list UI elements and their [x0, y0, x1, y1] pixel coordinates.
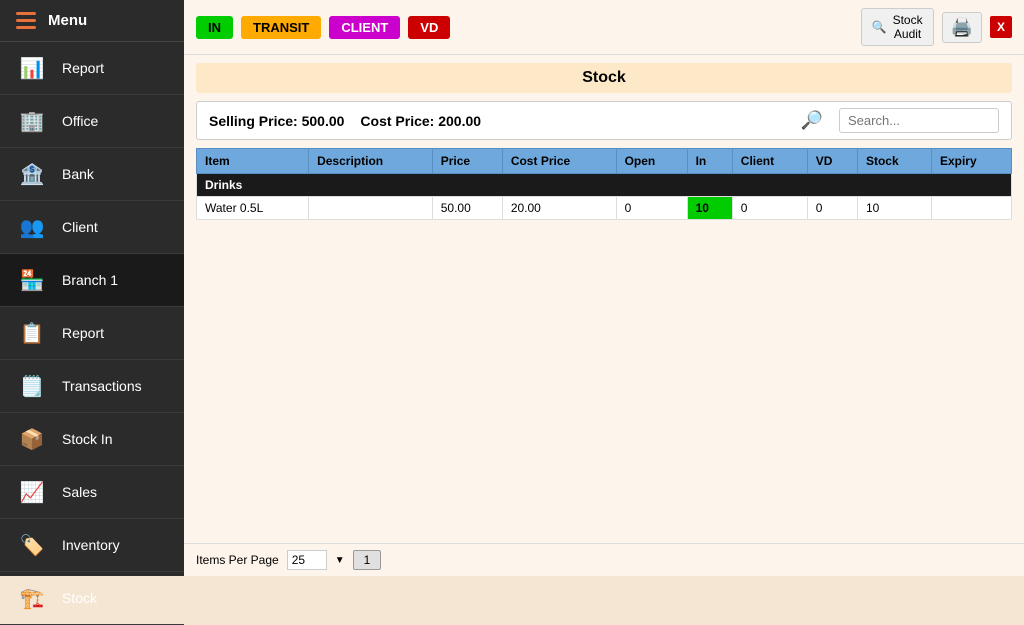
- price-bar: Selling Price: 500.00 Cost Price: 200.00…: [196, 101, 1012, 140]
- sidebar-icon-branch: 🏪: [16, 264, 48, 296]
- col-cost-price: Cost Price: [502, 149, 616, 174]
- col-client: Client: [732, 149, 807, 174]
- sidebar-label-inventory: Inventory: [62, 537, 120, 553]
- sidebar-icon-office: 🏢: [16, 105, 48, 137]
- sidebar-item-branch[interactable]: 🏪 Branch 1: [0, 254, 184, 307]
- table-row[interactable]: Water 0.5L50.0020.000100010: [197, 197, 1012, 220]
- items-per-page-label: Items Per Page: [196, 553, 279, 567]
- footer: Items Per Page ▼ 1: [184, 543, 1024, 576]
- sidebar: Menu 📊 Report 🏢 Office 🏦 Bank 👥 Client 🏪…: [0, 0, 184, 576]
- table-body: DrinksWater 0.5L50.0020.000100010: [197, 174, 1012, 220]
- table-header: ItemDescriptionPriceCost PriceOpenInClie…: [197, 149, 1012, 174]
- sidebar-label-sales: Sales: [62, 484, 97, 500]
- sidebar-icon-inventory: 🏷️: [16, 529, 48, 561]
- selling-price: Selling Price: 500.00: [209, 113, 344, 129]
- print-button[interactable]: 🖨️: [942, 12, 982, 43]
- sidebar-label-bank: Bank: [62, 166, 94, 182]
- col-expiry: Expiry: [931, 149, 1011, 174]
- col-item: Item: [197, 149, 309, 174]
- sidebar-label-transactions: Transactions: [62, 378, 142, 394]
- close-button[interactable]: X: [990, 16, 1012, 38]
- sidebar-label-office: Office: [62, 113, 98, 129]
- sidebar-label-stock_in: Stock In: [62, 431, 113, 447]
- sidebar-item-office[interactable]: 🏢 Office: [0, 95, 184, 148]
- sidebar-icon-bank: 🏦: [16, 158, 48, 190]
- sidebar-item-report2[interactable]: 📋 Report: [0, 307, 184, 360]
- sidebar-icon-report: 📊: [16, 52, 48, 84]
- badge-client[interactable]: CLIENT: [329, 16, 400, 39]
- group-row: Drinks: [197, 174, 1012, 197]
- search-input[interactable]: [839, 108, 999, 133]
- col-in: In: [687, 149, 732, 174]
- sidebar-label-stock: Stock: [62, 590, 97, 606]
- page-number-button[interactable]: 1: [353, 550, 382, 570]
- sidebar-menu-label: Menu: [48, 12, 87, 29]
- sidebar-item-sales[interactable]: 📈 Sales: [0, 466, 184, 519]
- hamburger-icon[interactable]: [16, 12, 36, 29]
- col-stock: Stock: [857, 149, 931, 174]
- sidebar-item-client[interactable]: 👥 Client: [0, 201, 184, 254]
- sidebar-icon-transactions: 🗒️: [16, 370, 48, 402]
- per-page-dropdown-arrow[interactable]: ▼: [335, 555, 345, 566]
- sidebar-header: Menu: [0, 0, 184, 42]
- sidebar-item-stock_in[interactable]: 📦 Stock In: [0, 413, 184, 466]
- sidebar-label-report: Report: [62, 60, 104, 76]
- sidebar-icon-report2: 📋: [16, 317, 48, 349]
- stock-table: ItemDescriptionPriceCost PriceOpenInClie…: [196, 148, 1012, 220]
- sidebar-icon-sales: 📈: [16, 476, 48, 508]
- sidebar-item-inventory[interactable]: 🏷️ Inventory: [0, 519, 184, 572]
- sidebar-icon-stock: 🏗️: [16, 582, 48, 614]
- content-area: Stock Selling Price: 500.00 Cost Price: …: [184, 55, 1024, 543]
- badge-vd[interactable]: VD: [408, 16, 450, 39]
- col-vd: VD: [807, 149, 857, 174]
- main-content: IN TRANSIT CLIENT VD 🔍 StockAudit 🖨️ X S…: [184, 0, 1024, 576]
- sidebar-items: 📊 Report 🏢 Office 🏦 Bank 👥 Client 🏪 Bran…: [0, 42, 184, 625]
- sidebar-icon-client: 👥: [16, 211, 48, 243]
- col-price: Price: [432, 149, 502, 174]
- per-page-input[interactable]: [287, 550, 327, 570]
- stock-audit-label: StockAudit: [893, 13, 923, 41]
- sidebar-label-branch: Branch 1: [62, 272, 118, 288]
- col-description: Description: [309, 149, 433, 174]
- print-icon: 🖨️: [951, 17, 973, 38]
- search-filter-icon[interactable]: 🔎: [801, 110, 823, 131]
- sidebar-item-bank[interactable]: 🏦 Bank: [0, 148, 184, 201]
- stock-audit-button[interactable]: 🔍 StockAudit: [861, 8, 934, 46]
- cost-price: Cost Price: 200.00: [360, 113, 481, 129]
- sidebar-label-report2: Report: [62, 325, 104, 341]
- sidebar-label-client: Client: [62, 219, 98, 235]
- col-open: Open: [616, 149, 687, 174]
- badge-transit[interactable]: TRANSIT: [241, 16, 321, 39]
- badge-in[interactable]: IN: [196, 16, 233, 39]
- sidebar-item-report[interactable]: 📊 Report: [0, 42, 184, 95]
- sidebar-icon-stock_in: 📦: [16, 423, 48, 455]
- audit-icon: 🔍: [872, 20, 887, 34]
- section-title: Stock: [196, 63, 1012, 93]
- sidebar-item-stock[interactable]: 🏗️ Stock: [0, 572, 184, 625]
- topbar: IN TRANSIT CLIENT VD 🔍 StockAudit 🖨️ X: [184, 0, 1024, 55]
- sidebar-item-transactions[interactable]: 🗒️ Transactions: [0, 360, 184, 413]
